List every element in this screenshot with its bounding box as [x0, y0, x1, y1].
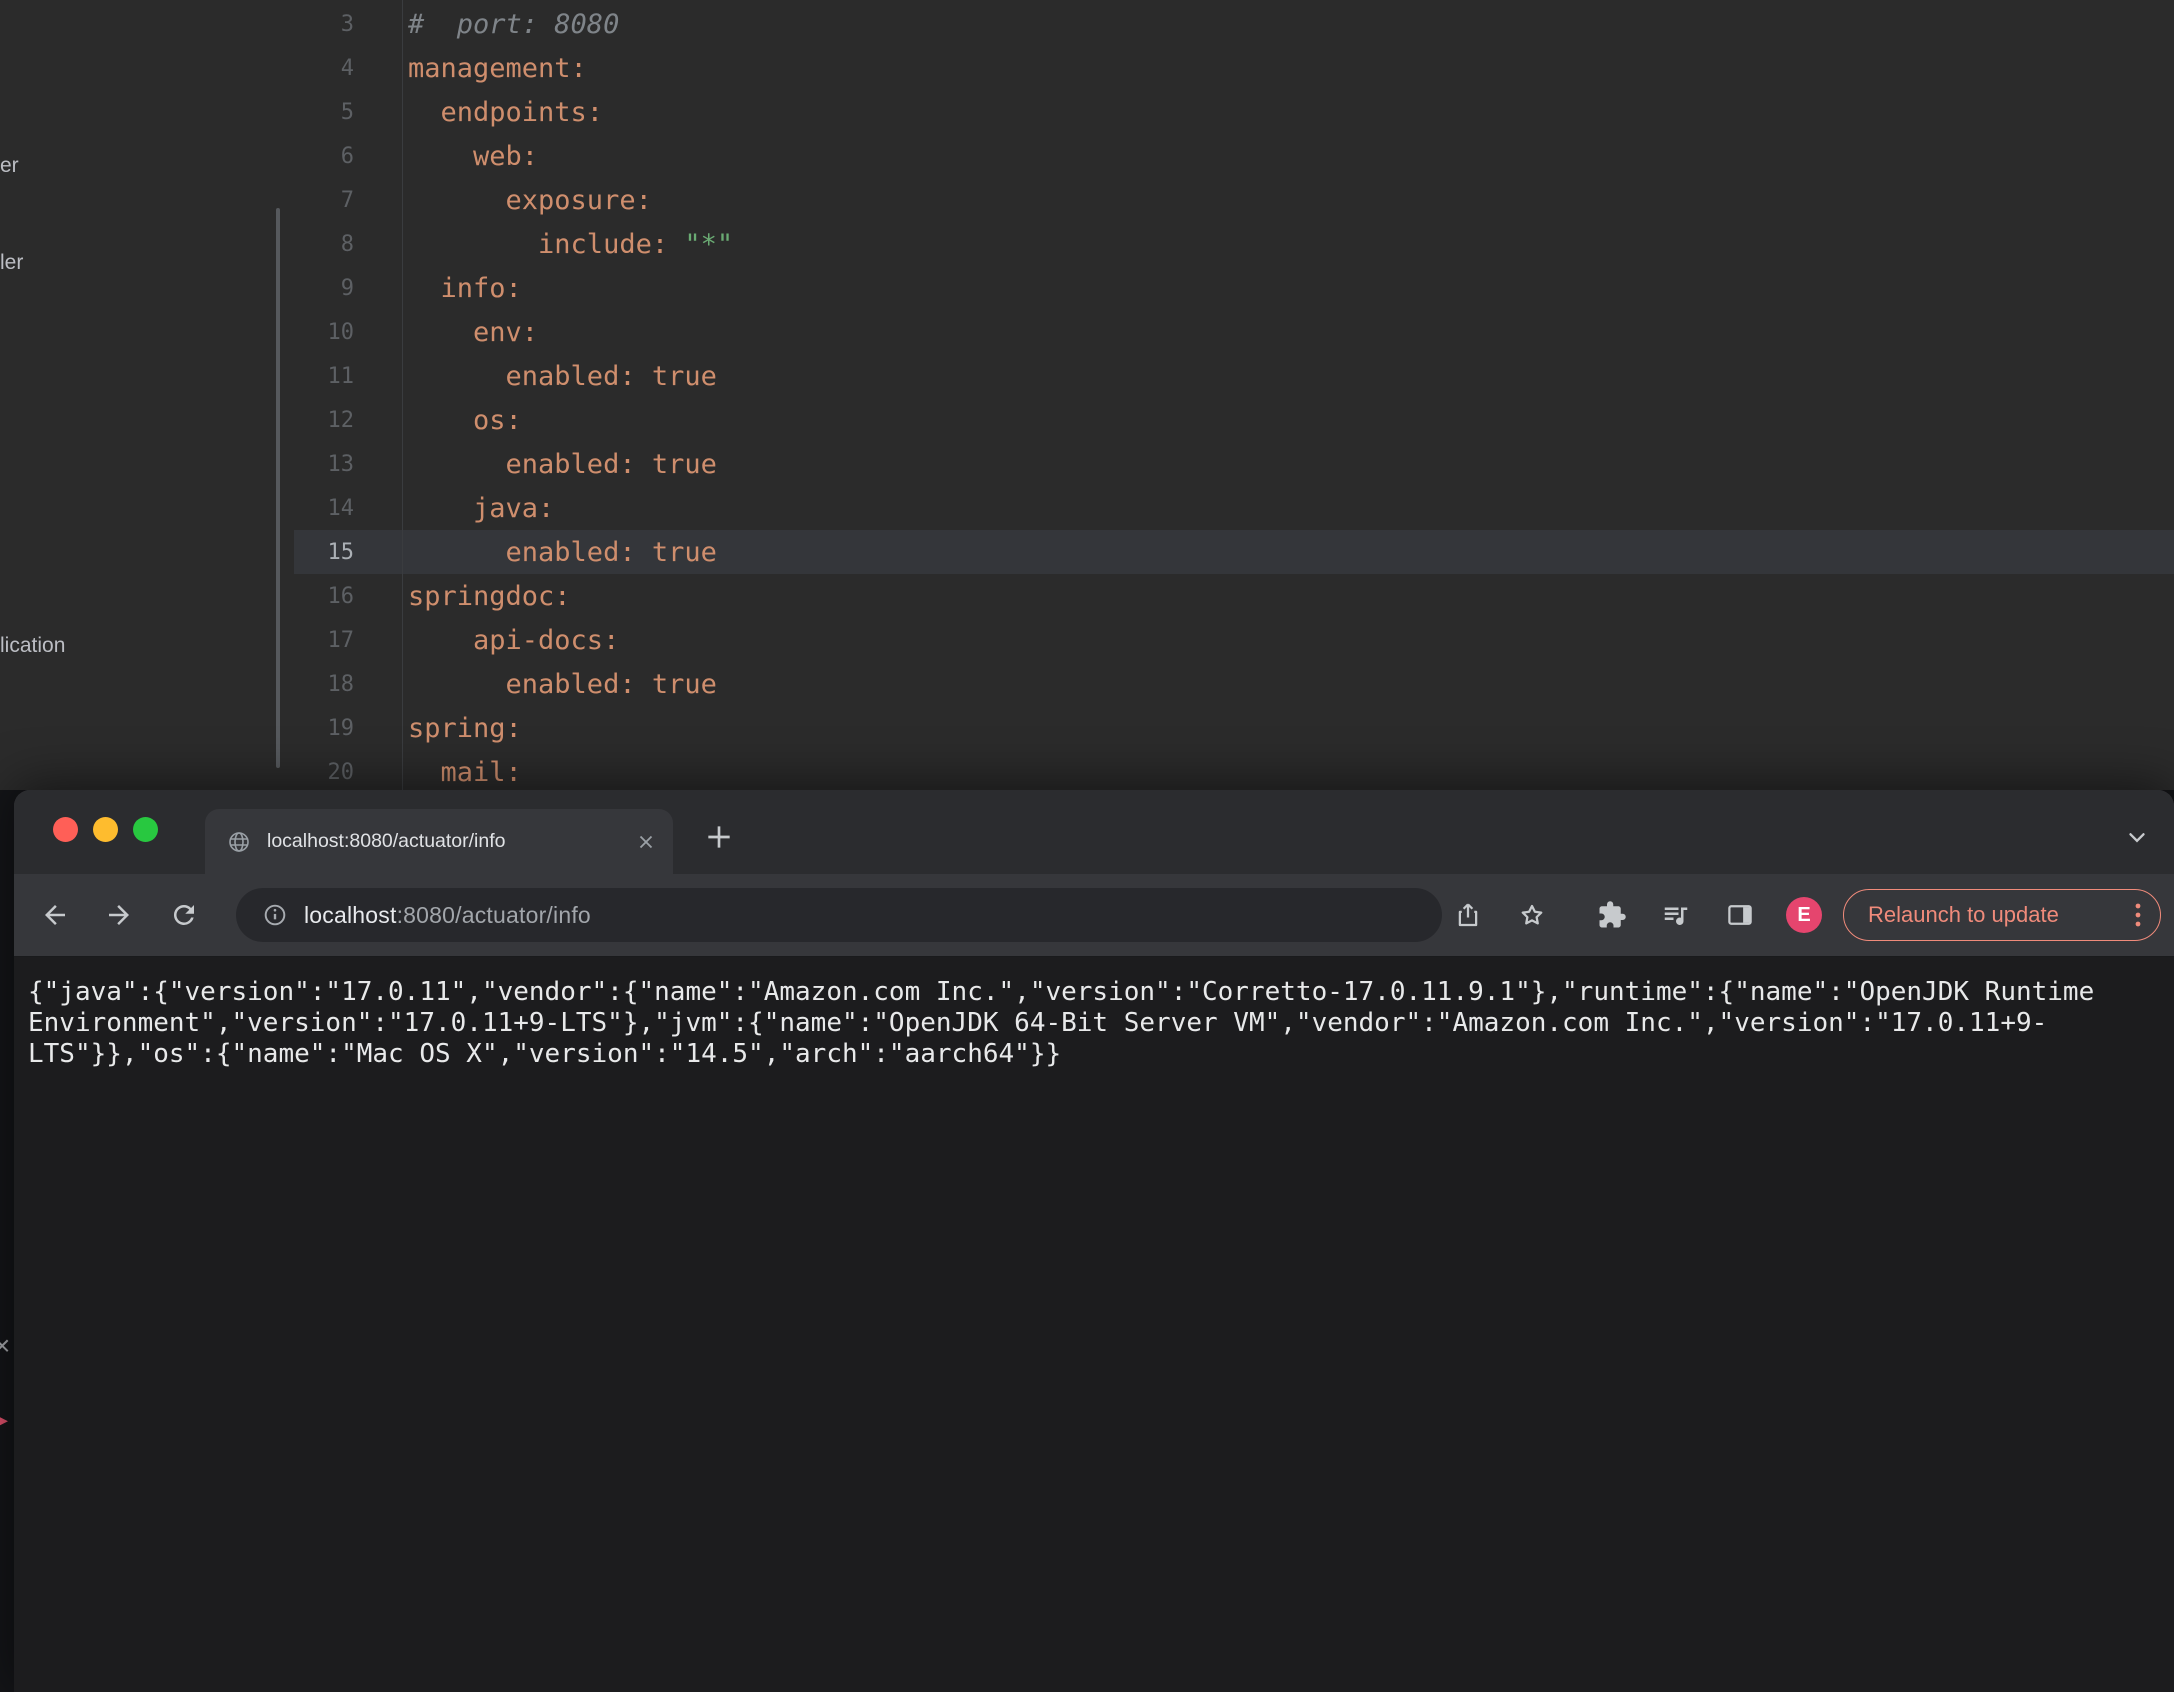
- tab-title: localhost:8080/actuator/info: [267, 830, 506, 852]
- window-zoom-button[interactable]: [133, 817, 158, 842]
- tab-close-icon[interactable]: [635, 831, 657, 853]
- code-text: management:: [408, 52, 587, 84]
- editor-lines[interactable]: 3 # port: 8080 4 management: 5 endpoints: 6 w…: [294, 2, 2174, 790]
- url-path: :8080/actuator/info: [396, 901, 591, 928]
- line-number: 10: [327, 319, 355, 345]
- line-number: 12: [327, 407, 355, 433]
- editor-line-4[interactable]: 4 management:: [294, 46, 2174, 90]
- line-number: 6: [340, 143, 354, 169]
- tab-strip: localhost:8080/actuator/info: [14, 790, 2174, 874]
- side-panel-icon[interactable]: [1725, 900, 1755, 930]
- window-minimize-button[interactable]: [93, 817, 118, 842]
- media-playlist-icon[interactable]: [1661, 900, 1691, 930]
- globe-icon: [227, 830, 251, 854]
- new-tab-button[interactable]: [703, 821, 735, 853]
- editor-line-12[interactable]: 12 os:: [294, 398, 2174, 442]
- url-host: localhost: [304, 901, 397, 928]
- url-text[interactable]: localhost:8080/actuator/info: [304, 902, 591, 929]
- line-number: 9: [340, 275, 354, 301]
- editor-line-9[interactable]: 9 info:: [294, 266, 2174, 310]
- forward-arrow-icon[interactable]: [104, 900, 134, 930]
- line-number: 3: [340, 11, 354, 37]
- code-text: mail:: [408, 756, 522, 788]
- code-text: enabled: true: [408, 448, 717, 480]
- line-number: 7: [340, 187, 354, 213]
- relaunch-to-update-button[interactable]: Relaunch to update: [1843, 889, 2161, 941]
- editor-line-18[interactable]: 18 enabled: true: [294, 662, 2174, 706]
- editor-line-8[interactable]: 8 include: "*": [294, 222, 2174, 266]
- code-text: exposure:: [408, 184, 652, 216]
- back-arrow-icon[interactable]: [40, 900, 70, 930]
- code-text: include: "*": [408, 228, 734, 260]
- profile-avatar[interactable]: E: [1786, 897, 1822, 933]
- share-icon[interactable]: [1453, 900, 1483, 930]
- actuator-info-json: {"java":{"version":"17.0.11","vendor":{"…: [28, 977, 2110, 1069]
- code-text: enabled: true: [408, 536, 717, 568]
- window-close-button[interactable]: [53, 817, 78, 842]
- ide-window: er ler lication 3 # port: 8080 4 management…: [0, 0, 2174, 790]
- page-content: {"java":{"version":"17.0.11","vendor":{"…: [14, 957, 2174, 1692]
- line-number: 19: [327, 715, 355, 741]
- code-text: springdoc:: [408, 580, 571, 612]
- run-arrow-icon: ▸: [0, 1404, 9, 1434]
- editor-gutter-separator: [402, 0, 403, 790]
- code-text: endpoints:: [408, 96, 604, 128]
- editor-line-11[interactable]: 11 enabled: true: [294, 354, 2174, 398]
- line-number: 5: [340, 99, 354, 125]
- browser-toolbar: localhost:8080/actuator/info E Relaunch …: [14, 874, 2174, 957]
- line-number: 14: [327, 495, 355, 521]
- sidebar-item-truncated[interactable]: ler: [0, 251, 23, 275]
- close-icon: ×: [0, 1330, 11, 1361]
- code-text: java:: [408, 492, 555, 524]
- sidebar-scrollbar[interactable]: [276, 208, 280, 768]
- kebab-menu-icon[interactable]: [2126, 900, 2150, 930]
- editor-line-6[interactable]: 6 web:: [294, 134, 2174, 178]
- code-text: enabled: true: [408, 360, 717, 392]
- line-number: 4: [340, 55, 354, 81]
- editor-line-3[interactable]: 3 # port: 8080: [294, 2, 2174, 46]
- relaunch-to-update-label: Relaunch to update: [1868, 902, 2059, 927]
- code-text: enabled: true: [408, 668, 717, 700]
- editor-line-16[interactable]: 16 springdoc:: [294, 574, 2174, 618]
- line-number: 11: [327, 363, 355, 389]
- editor-line-15[interactable]: 15 enabled: true: [294, 530, 2174, 574]
- browser-window: localhost:8080/actuator/info localhost:8…: [14, 790, 2174, 1692]
- address-bar[interactable]: localhost:8080/actuator/info: [236, 888, 1442, 942]
- line-number: 15: [327, 539, 355, 565]
- editor-line-7[interactable]: 7 exposure:: [294, 178, 2174, 222]
- editor-line-17[interactable]: 17 api-docs:: [294, 618, 2174, 662]
- sidebar-item-truncated[interactable]: lication: [0, 634, 65, 658]
- sidebar-item-truncated[interactable]: er: [0, 154, 19, 178]
- code-text: api-docs:: [408, 624, 620, 656]
- code-text: info:: [408, 272, 522, 304]
- line-number: 20: [327, 759, 355, 785]
- extensions-puzzle-icon[interactable]: [1597, 900, 1627, 930]
- info-icon[interactable]: [262, 902, 288, 928]
- tab-search-chevron-icon[interactable]: [2124, 824, 2150, 850]
- editor-line-5[interactable]: 5 endpoints:: [294, 90, 2174, 134]
- line-number: 8: [340, 231, 354, 257]
- code-text: env:: [408, 316, 539, 348]
- code-text: os:: [408, 404, 522, 436]
- line-number: 18: [327, 671, 355, 697]
- line-number: 16: [327, 583, 355, 609]
- editor-line-14[interactable]: 14 java:: [294, 486, 2174, 530]
- line-number: 17: [327, 627, 355, 653]
- editor-line-20[interactable]: 20 mail:: [294, 750, 2174, 790]
- line-number: 13: [327, 451, 355, 477]
- code-text: spring:: [408, 712, 522, 744]
- editor-line-10[interactable]: 10 env:: [294, 310, 2174, 354]
- editor-line-13[interactable]: 13 enabled: true: [294, 442, 2174, 486]
- code-text: # port: 8080: [408, 8, 620, 40]
- tab-localhost-actuator-info[interactable]: localhost:8080/actuator/info: [205, 809, 673, 874]
- star-bookmark-icon[interactable]: [1517, 900, 1547, 930]
- code-text: web:: [408, 140, 539, 172]
- editor-line-19[interactable]: 19 spring:: [294, 706, 2174, 750]
- reload-icon[interactable]: [169, 900, 199, 930]
